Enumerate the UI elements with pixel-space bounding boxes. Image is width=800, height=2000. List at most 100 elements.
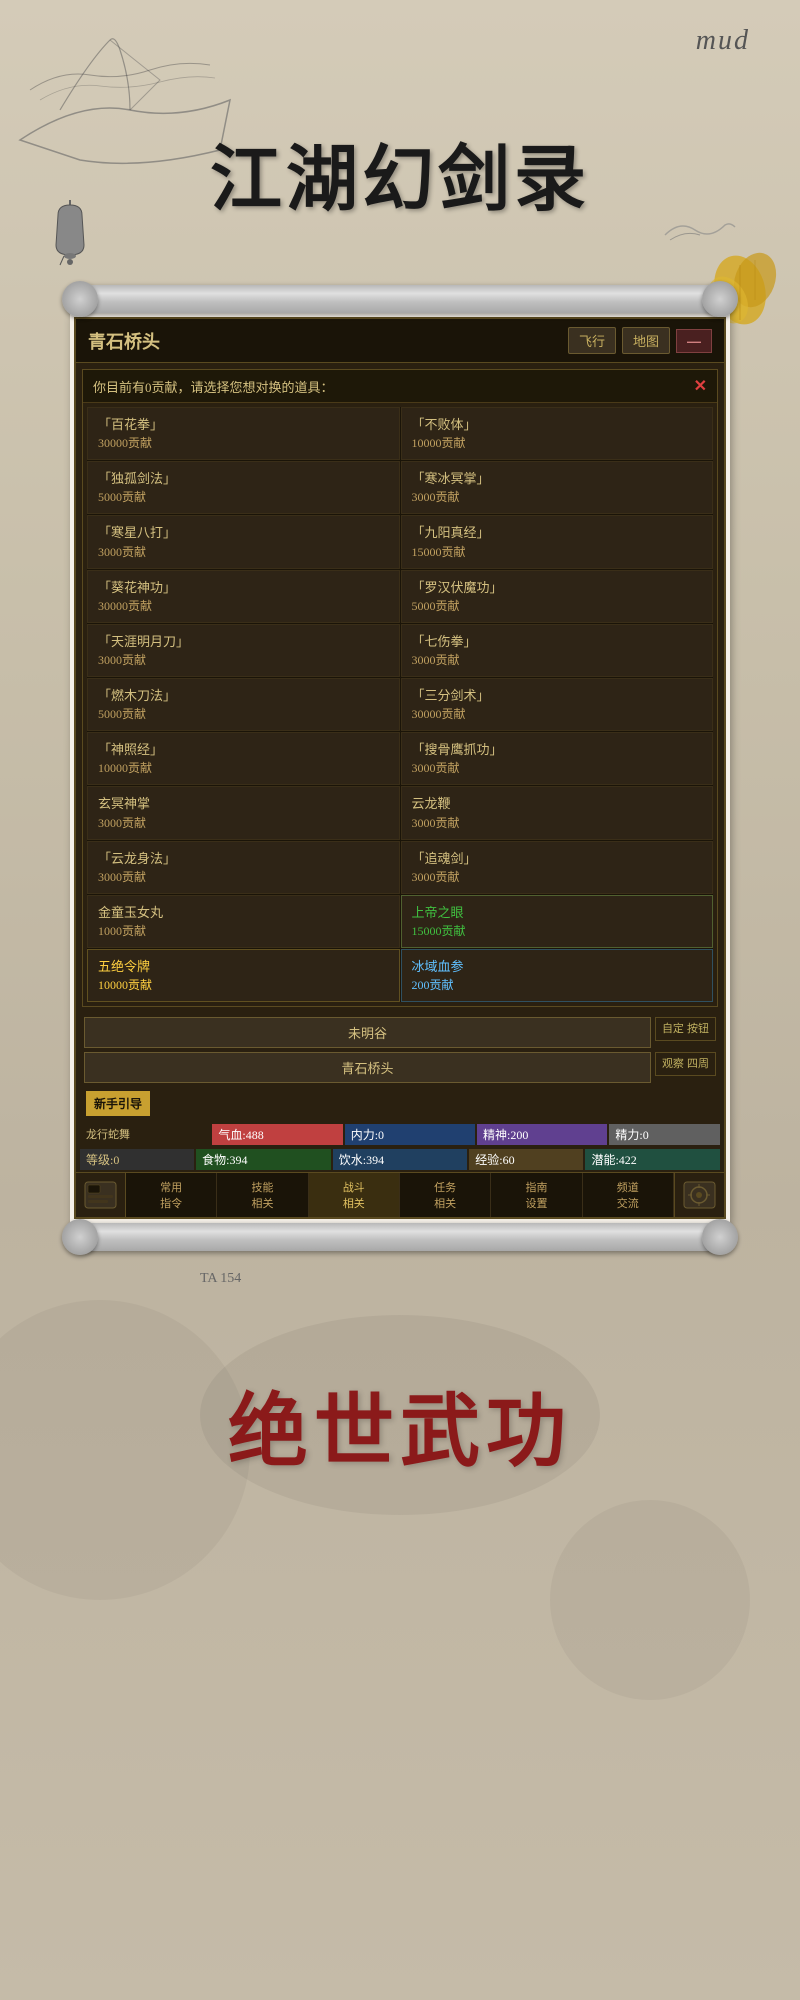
list-item[interactable]: 「寒冰冥掌」 3000贡献 [401,461,714,514]
water-stat: 饮水:394 [333,1149,468,1170]
bottom-title: 绝世武功 [0,1367,800,1483]
item-cost: 10000贡献 [98,976,389,993]
item-name: 「七伤拳」 [412,633,703,651]
nav-common[interactable]: 常用 指令 [126,1173,217,1217]
list-item[interactable]: 「罗汉伏魔功」 5000贡献 [401,570,714,623]
item-name: 「云龙身法」 [98,850,389,868]
location-title: 青石桥头 [88,328,160,354]
item-cost: 200贡献 [412,976,703,993]
exp-stat: 经验:60 [469,1149,583,1170]
list-item[interactable]: 「燃木刀法」 5000贡献 [87,678,400,731]
list-item[interactable]: 「搜骨鹰抓功」 3000贡献 [401,732,714,785]
item-cost: 3000贡献 [98,814,389,831]
location2-button[interactable]: 青石桥头 [84,1052,651,1083]
food-stat: 食物:394 [196,1149,331,1170]
list-item[interactable]: 「独孤剑法」 5000贡献 [87,461,400,514]
item-name: 上帝之眼 [412,904,703,922]
fly-button[interactable]: 飞行 [568,327,616,354]
item-name: 「百花拳」 [98,416,389,434]
item-name: 「葵花神功」 [98,579,389,597]
nav-icon-right [674,1173,724,1217]
list-item[interactable]: 「七伤拳」 3000贡献 [401,624,714,677]
list-item[interactable]: 「葵花神功」 30000贡献 [87,570,400,623]
item-cost: 10000贡献 [98,759,389,776]
item-cost: 5000贡献 [412,597,703,614]
item-name: 玄冥神掌 [98,795,389,813]
list-item[interactable]: 冰域血参 200贡献 [401,949,714,1002]
item-cost: 3000贡献 [412,488,703,505]
item-cost: 3000贡献 [412,759,703,776]
sp-stat: 精神:200 [477,1124,607,1145]
bottom-nav: 常用 指令 技能 相关 战斗 相关 任务 相关 指南 设置 [76,1172,724,1217]
item-cost: 15000贡献 [412,543,703,560]
nav-guide[interactable]: 指南 设置 [491,1173,582,1217]
item-cost: 3000贡献 [412,814,703,831]
dialog-header-text: 你目前有0贡献，请选择您想对换的道具： [93,377,334,396]
dialog-box: 你目前有0贡献，请选择您想对换的道具： ✕ 「百花拳」 30000贡献 「不败体… [82,369,718,1007]
list-item[interactable]: 云龙鞭 3000贡献 [401,786,714,839]
custom-button[interactable]: 自定 按钮 [655,1017,716,1041]
window-close-button[interactable]: — [676,329,712,353]
item-name: 「独孤剑法」 [98,470,389,488]
item-name: 「追魂剑」 [412,850,703,868]
hp-stat: 气血:488 [212,1124,342,1145]
dialog-close-x[interactable]: ✕ [694,376,707,396]
item-name: 冰域血参 [412,958,703,976]
pow-stat: 精力:0 [609,1124,720,1145]
ta-label: TA 154 [0,1261,800,1287]
main-title: 江湖幻剑录 [0,120,800,225]
list-item[interactable]: 上帝之眼 15000贡献 [401,895,714,948]
item-name: 「九阳真经」 [412,524,703,542]
list-item[interactable]: 「三分剑术」 30000贡献 [401,678,714,731]
nav-tasks[interactable]: 任务 相关 [400,1173,491,1217]
item-cost: 3000贡献 [412,868,703,885]
list-item[interactable]: 金童玉女丸 1000贡献 [87,895,400,948]
list-item[interactable]: 「不败体」 10000贡献 [401,407,714,460]
location1-button[interactable]: 未明谷 [84,1017,651,1048]
observe-button[interactable]: 观察 四周 [655,1052,716,1076]
item-cost: 15000贡献 [412,922,703,939]
level-stat: 等级:0 [80,1149,194,1170]
item-cost: 10000贡献 [412,434,703,451]
item-cost: 1000贡献 [98,922,389,939]
item-cost: 3000贡献 [412,651,703,668]
nav-skills[interactable]: 技能 相关 [217,1173,308,1217]
nav-battle[interactable]: 战斗 相关 [309,1173,400,1217]
item-name: 金童玉女丸 [98,904,389,922]
item-name: 「燃木刀法」 [98,687,389,705]
list-item[interactable]: 「云龙身法」 3000贡献 [87,841,400,894]
list-item[interactable]: 「九阳真经」 15000贡献 [401,515,714,568]
scroll-rod-bottom [70,1223,730,1251]
map-button[interactable]: 地图 [622,327,670,354]
window-header: 青石桥头 飞行 地图 — [76,319,724,363]
list-item[interactable]: 五绝令牌 10000贡献 [87,949,400,1002]
mp-stat: 内力:0 [345,1124,475,1145]
item-name: 「三分剑术」 [412,687,703,705]
new-guide-button[interactable]: 新手引导 [86,1091,150,1116]
item-cost: 3000贡献 [98,868,389,885]
item-cost: 30000贡献 [412,705,703,722]
char-name: 龙行蛇舞 [80,1124,210,1145]
item-name: 「神照经」 [98,741,389,759]
list-item[interactable]: 「百花拳」 30000贡献 [87,407,400,460]
nav-icon-area [76,1173,126,1217]
item-cost: 5000贡献 [98,488,389,505]
item-name: 「不败体」 [412,416,703,434]
potential-stat: 潜能:422 [585,1149,720,1170]
item-name: 「搜骨鹰抓功」 [412,741,703,759]
list-item[interactable]: 「寒星八打」 3000贡献 [87,515,400,568]
game-window: 青石桥头 飞行 地图 — 你目前有0贡献，请选择您想对换的道具： ✕ 「百花 [74,317,726,1219]
list-item[interactable]: 「追魂剑」 3000贡献 [401,841,714,894]
item-name: 「罗汉伏魔功」 [412,579,703,597]
item-name: 「天涯明月刀」 [98,633,389,651]
item-cost: 30000贡献 [98,434,389,451]
list-item[interactable]: 「神照经」 10000贡献 [87,732,400,785]
item-cost: 3000贡献 [98,651,389,668]
nav-channel[interactable]: 频道 交流 [583,1173,674,1217]
list-item[interactable]: 玄冥神掌 3000贡献 [87,786,400,839]
item-name: 五绝令牌 [98,958,389,976]
list-item[interactable]: 「天涯明月刀」 3000贡献 [87,624,400,677]
item-name: 「寒冰冥掌」 [412,470,703,488]
mud-label: mud [696,25,750,56]
item-cost: 3000贡献 [98,543,389,560]
